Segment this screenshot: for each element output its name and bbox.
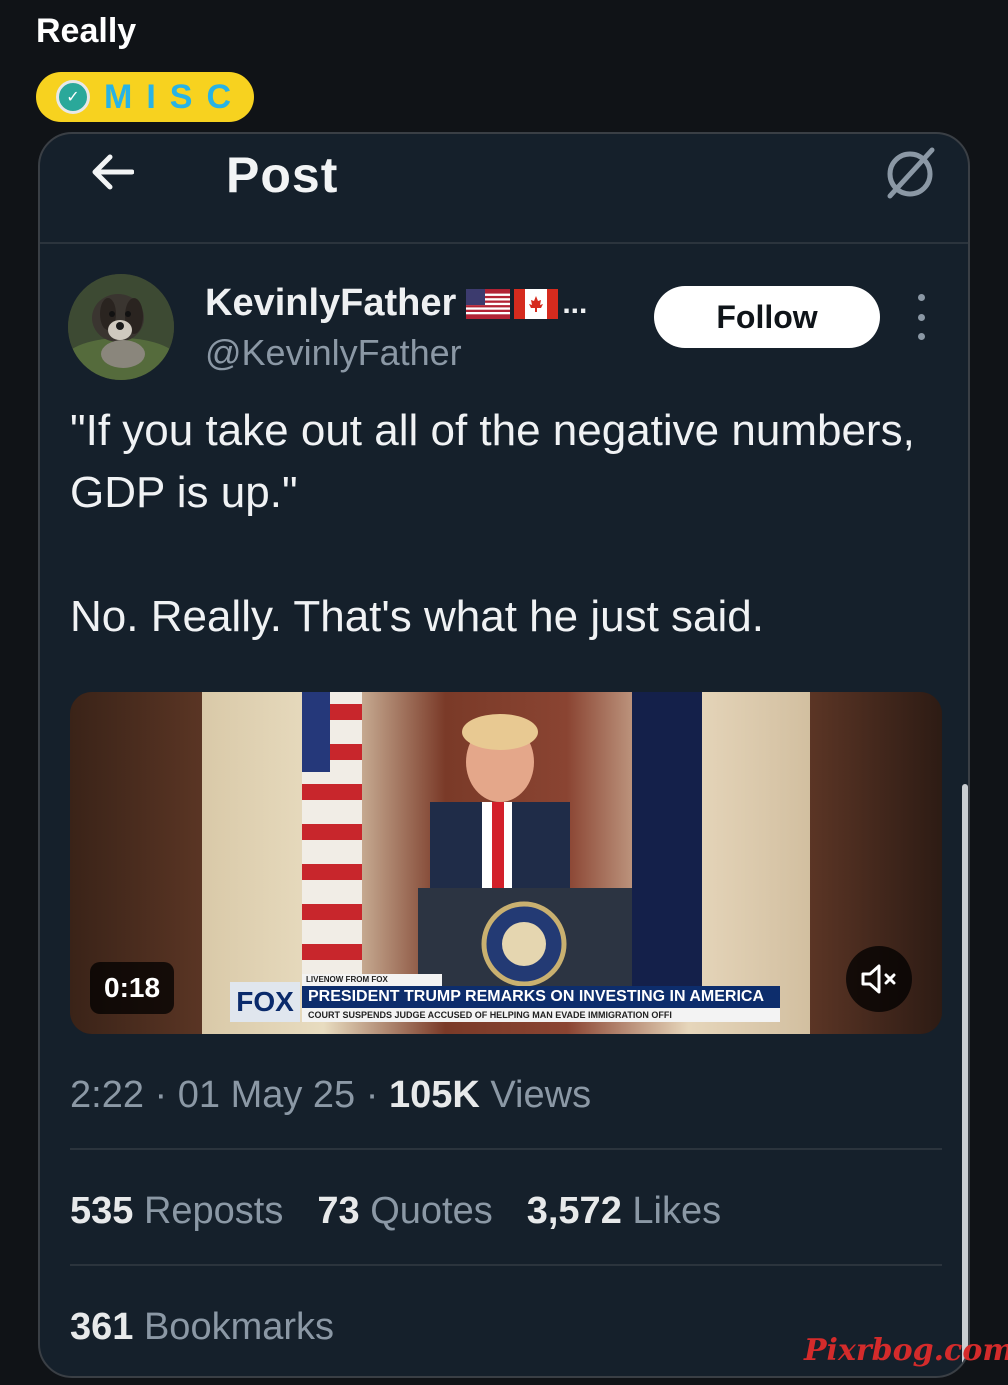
divider xyxy=(70,1264,942,1266)
bookmarks-label: Bookmarks xyxy=(133,1306,335,1348)
post-paragraph: No. Really. That's what he just said. xyxy=(70,592,764,641)
post-card: Post KevinlyFather ... @KevinlyFather Fo… xyxy=(38,132,970,1378)
engagement-stats: 535 Reposts 73 Quotes 3,572 Likes xyxy=(70,1190,721,1233)
topbar-title: Post xyxy=(226,147,339,203)
speaker-muted-icon xyxy=(861,964,896,994)
avatar[interactable] xyxy=(68,274,174,380)
bookmarks-stat[interactable]: 361 Bookmarks xyxy=(70,1306,334,1349)
video-player[interactable]: LIVENOW FROM FOX FOX PRESIDENT TRUMP REM… xyxy=(70,692,942,1034)
bookmarks-count: 361 xyxy=(70,1306,134,1348)
news-chyron: LIVENOW FROM FOX FOX PRESIDENT TRUMP REM… xyxy=(230,972,810,1022)
chyron-tag: LIVENOW FROM FOX xyxy=(302,974,442,986)
chyron-headline: PRESIDENT TRUMP REMARKS ON INVESTING IN … xyxy=(302,986,780,1008)
name-ellipsis: ... xyxy=(562,286,588,320)
post-date[interactable]: 01 May 25 xyxy=(178,1074,355,1116)
check-badge-icon: ✓ xyxy=(56,80,90,114)
reposts-stat[interactable]: 535 Reposts xyxy=(70,1190,283,1233)
likes-count: 3,572 xyxy=(526,1190,622,1232)
watermark: Pixrbog.com xyxy=(804,1333,1008,1368)
views-count: 105K xyxy=(388,1074,480,1116)
chyron-subline: COURT SUSPENDS JUDGE ACCUSED OF HELPING … xyxy=(302,1008,780,1022)
flair-label: MISC xyxy=(104,77,245,116)
divider xyxy=(70,1148,942,1150)
canada-flag-icon xyxy=(514,288,559,319)
mute-button[interactable] xyxy=(846,946,912,1012)
back-button[interactable] xyxy=(88,146,136,198)
likes-label: Likes xyxy=(621,1190,722,1232)
more-options-button[interactable] xyxy=(910,294,932,340)
misc-flair[interactable]: ✓ MISC xyxy=(36,72,254,122)
display-name-text: KevinlyFather xyxy=(205,282,457,324)
fox-logo: FOX xyxy=(230,982,300,1022)
meta-separator: · xyxy=(355,1074,389,1116)
meta-separator: · xyxy=(143,1074,178,1116)
likes-stat[interactable]: 3,572 Likes xyxy=(527,1190,721,1233)
flag-emojis xyxy=(466,288,559,319)
quotes-stat[interactable]: 73 Quotes xyxy=(317,1190,492,1233)
author-display-name[interactable]: KevinlyFather ... xyxy=(205,282,587,325)
grok-button[interactable] xyxy=(880,142,940,202)
us-flag-icon xyxy=(466,288,511,319)
dot xyxy=(917,294,925,301)
dog-avatar-image xyxy=(68,274,174,380)
dot xyxy=(917,313,925,321)
reposts-label: Reposts xyxy=(133,1190,284,1232)
scrollbar[interactable] xyxy=(962,784,968,1376)
reposts-count: 535 xyxy=(70,1190,134,1232)
post-topbar: Post xyxy=(40,134,968,244)
video-frame: LIVENOW FROM FOX FOX PRESIDENT TRUMP REM… xyxy=(202,692,810,1034)
page-title: Really xyxy=(36,12,137,50)
post-paragraph: "If you take out all of the negative num… xyxy=(70,406,915,517)
post-meta: 2:22 · 01 May 25 · 105K Views xyxy=(70,1074,591,1117)
post-time[interactable]: 2:22 xyxy=(70,1074,144,1116)
views-label: Views xyxy=(479,1074,592,1116)
post-body: "If you take out all of the negative num… xyxy=(70,400,930,648)
dot xyxy=(917,333,925,340)
video-duration: 0:18 xyxy=(90,962,175,1014)
follow-button[interactable]: Follow xyxy=(654,286,880,348)
quotes-count: 73 xyxy=(317,1190,360,1232)
grok-slash-icon xyxy=(887,147,935,199)
arrow-left-icon xyxy=(92,154,134,190)
quotes-label: Quotes xyxy=(359,1190,493,1232)
author-handle[interactable]: @KevinlyFather xyxy=(205,332,462,374)
